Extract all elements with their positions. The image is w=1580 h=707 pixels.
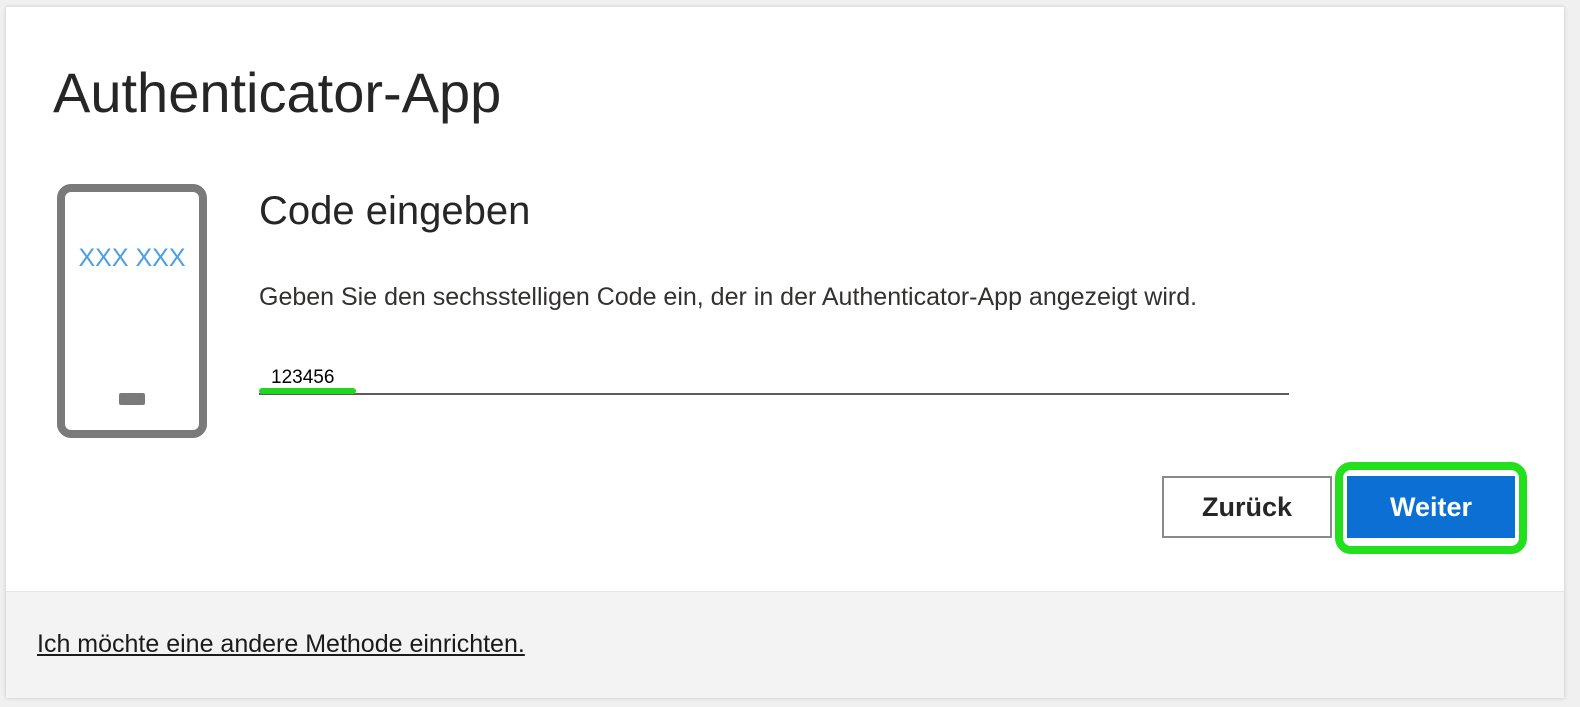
dialog-footer: Ich möchte eine andere Methode einrichte… [6, 591, 1564, 698]
dialog-title: Authenticator-App [53, 61, 502, 124]
other-method-link[interactable]: Ich möchte eine andere Methode einrichte… [37, 632, 525, 657]
next-button[interactable]: Weiter [1347, 476, 1515, 538]
phone-screen-code: XXX XXX [79, 244, 186, 272]
instruction-text: Geben Sie den sechsstelligen Code ein, d… [259, 283, 1198, 311]
code-input[interactable] [259, 362, 1289, 395]
back-button[interactable]: Zurück [1162, 476, 1332, 538]
authenticator-dialog: Authenticator-App XXX XXX Code eingeben … [6, 7, 1564, 698]
phone-icon: XXX XXX [57, 184, 207, 438]
section-heading: Code eingeben [259, 189, 531, 233]
phone-home-button [119, 393, 145, 405]
